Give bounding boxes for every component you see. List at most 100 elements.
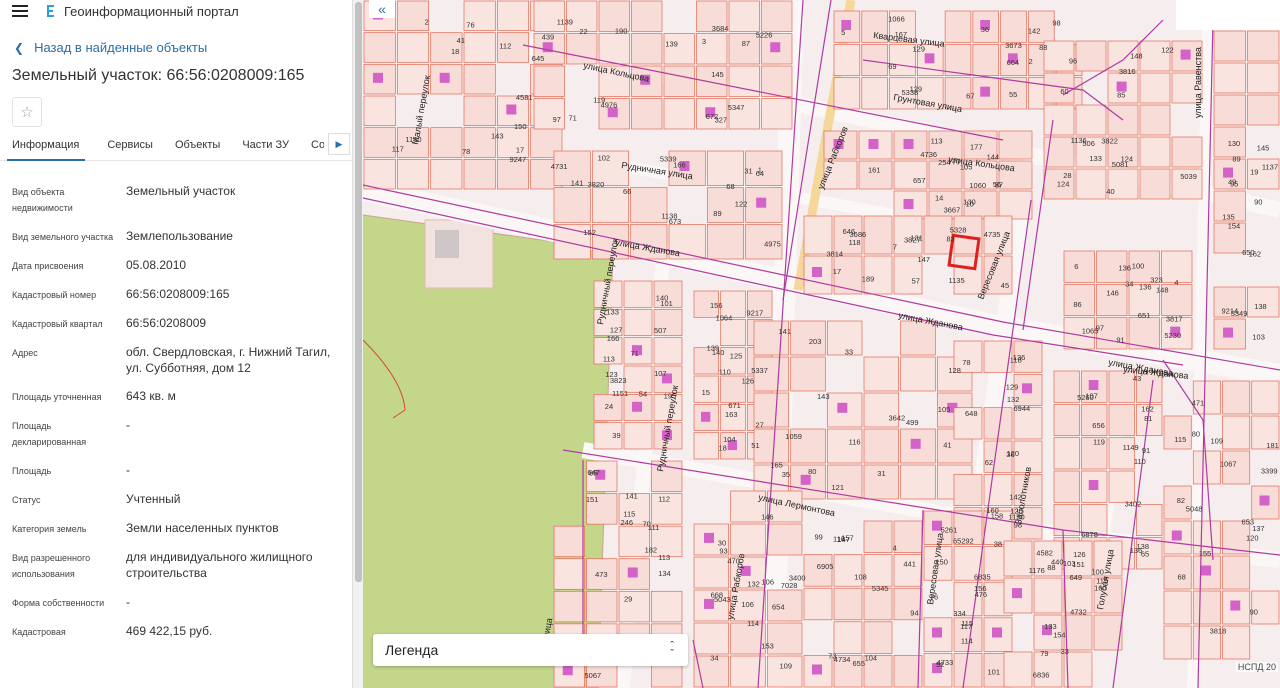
parcel bbox=[761, 98, 793, 130]
parcel-number: 645 bbox=[532, 54, 545, 63]
menu-icon[interactable] bbox=[12, 5, 28, 17]
parcel-number: 6905 bbox=[817, 562, 834, 571]
building-marker bbox=[632, 401, 642, 412]
parcel-number: 94 bbox=[910, 608, 918, 617]
parcel-number: 5067 bbox=[585, 671, 602, 680]
collapse-panel-button[interactable]: « bbox=[369, 0, 395, 18]
parcel-number: 90 bbox=[1250, 607, 1258, 616]
parcel bbox=[1213, 62, 1246, 94]
parcel-number: 138 bbox=[1254, 302, 1267, 311]
parcel-number: 100 bbox=[1091, 567, 1104, 576]
parcel-number: 5048 bbox=[1186, 504, 1203, 513]
parcel-number: 33 bbox=[1061, 647, 1069, 656]
legend-label: Легенда bbox=[385, 642, 439, 658]
building-marker bbox=[1201, 565, 1212, 576]
favorite-star-button[interactable]: ☆ bbox=[12, 97, 42, 127]
attributes-list: Вид объекта недвижимости Земельный участо… bbox=[0, 183, 352, 640]
building-marker bbox=[903, 199, 914, 209]
parcel-number: 130 bbox=[1228, 139, 1241, 148]
parcel bbox=[623, 422, 653, 450]
parcel-number: 104 bbox=[723, 435, 736, 444]
parcel-number: 14 bbox=[935, 194, 943, 203]
legend-dropdown[interactable]: Легенда ˆˇ bbox=[373, 634, 688, 666]
parcel-number: 109 bbox=[780, 662, 793, 671]
tab-info[interactable]: Информация bbox=[7, 135, 86, 161]
back-link[interactable]: ❮ Назад в найденные объекты bbox=[0, 40, 352, 55]
parcel-number: 101 bbox=[988, 667, 1001, 676]
parcel bbox=[463, 32, 496, 63]
parcel-number: 507 bbox=[654, 326, 667, 335]
parcel-number: 119 bbox=[1093, 438, 1105, 447]
parcel-number: 1067 bbox=[1220, 460, 1237, 469]
parcel bbox=[533, 0, 565, 32]
street-label: улица Равенства bbox=[1193, 47, 1203, 118]
parcel-number: 132 bbox=[1007, 395, 1020, 404]
tabs-scroll-right-button[interactable]: ▶ bbox=[328, 133, 350, 155]
parcel bbox=[728, 65, 760, 97]
parcel bbox=[1192, 590, 1221, 625]
building-marker bbox=[1022, 383, 1032, 394]
attribute-key: Кадастровый квартал bbox=[12, 319, 103, 329]
parcel bbox=[598, 33, 630, 65]
parcel-number: 649 bbox=[1070, 573, 1083, 582]
parcel bbox=[863, 356, 900, 392]
parcel-number: 652 bbox=[953, 536, 966, 545]
parcel bbox=[863, 520, 893, 553]
parcel-number: 441 bbox=[903, 560, 916, 569]
parcel-number: 108 bbox=[854, 573, 867, 582]
parcel-number: 114 bbox=[961, 637, 973, 646]
parcel-number: 4735 bbox=[984, 230, 1001, 239]
panel-scrollbar[interactable] bbox=[352, 0, 363, 688]
parcel-number: 161 bbox=[868, 166, 881, 175]
parcel bbox=[803, 215, 833, 255]
parcel-number: 55 bbox=[1009, 90, 1017, 99]
parcel-number: 18 bbox=[719, 444, 727, 453]
parcel bbox=[1053, 370, 1080, 403]
parcel-number: 89 bbox=[1232, 154, 1240, 163]
parcel bbox=[463, 158, 496, 190]
parcel-number: 181 bbox=[1266, 441, 1279, 450]
map-view[interactable]: улица Кольцова Кварцевая улица Грунтовая у… bbox=[363, 0, 1280, 688]
building-marker bbox=[800, 474, 811, 485]
attribute-row: Вид объекта недвижимости Земельный участо… bbox=[0, 183, 352, 216]
parcel-number: 671 bbox=[728, 401, 741, 410]
parcel-number: 323 bbox=[1150, 276, 1163, 285]
parcel-number: 3 bbox=[702, 37, 706, 46]
parcel-number: 105 bbox=[938, 405, 951, 414]
parcel-number: 3817 bbox=[1166, 315, 1183, 324]
tab-objects[interactable]: Объекты bbox=[175, 135, 220, 159]
parcel-number: 4736 bbox=[920, 150, 937, 159]
portal-logo-icon bbox=[47, 5, 54, 17]
parcel-number: 34 bbox=[1125, 280, 1133, 289]
parcel bbox=[553, 590, 585, 623]
parcel-number: 45 bbox=[1001, 281, 1009, 290]
attribute-key: Категория земель bbox=[12, 524, 87, 534]
chevron-left-icon: ❮ bbox=[14, 40, 25, 55]
cadastral-map[interactable]: улица КольцоваКварцевая улицаГрунтовая у… bbox=[363, 0, 1280, 688]
parcel bbox=[663, 33, 695, 65]
scrollbar-thumb[interactable] bbox=[355, 2, 362, 582]
tab-services[interactable]: Сервисы bbox=[107, 135, 153, 159]
building-marker bbox=[439, 72, 450, 83]
parcel-number: 30 bbox=[718, 538, 726, 547]
parcel-number: 141 bbox=[625, 491, 638, 500]
parcel-number: 19 bbox=[1250, 168, 1258, 177]
parcel bbox=[566, 33, 598, 65]
parcel bbox=[1108, 470, 1135, 503]
parcel-number: 655 bbox=[853, 659, 866, 668]
star-icon: ☆ bbox=[20, 104, 34, 121]
attribute-key: Статус bbox=[12, 495, 41, 505]
parcel bbox=[863, 621, 893, 654]
parcel-number: 56 bbox=[993, 180, 1001, 189]
building-marker bbox=[756, 197, 767, 208]
parcel bbox=[953, 473, 983, 507]
attribute-key: Кадастровый номер bbox=[12, 290, 97, 300]
parcel-number: 86 bbox=[1073, 300, 1081, 309]
tab-parts[interactable]: Части ЗУ bbox=[242, 135, 289, 159]
attribute-key: Площадь уточненная bbox=[12, 392, 102, 402]
parcel-number: 151 bbox=[586, 495, 599, 504]
parcel bbox=[761, 65, 793, 97]
parcel-number: 3814 bbox=[826, 249, 843, 258]
building-marker bbox=[506, 104, 517, 115]
building-marker bbox=[373, 72, 383, 83]
